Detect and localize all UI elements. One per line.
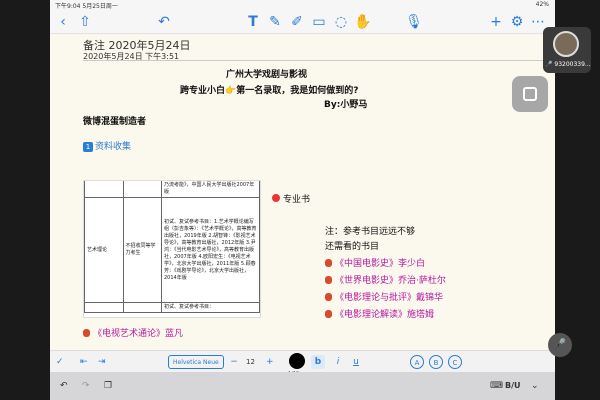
underline-button[interactable]: u [349,355,363,369]
book-item: 《电视艺术通论》蓝凡 [83,326,183,339]
lantern-icon [83,329,90,337]
lantern-icon [325,276,332,284]
table-right-cell: 初试、复试参考书目：1.艺术学概论编写组（彭吉象等）：《艺术学概论》，高等教育出… [161,197,260,303]
italic-button[interactable]: i [331,355,345,369]
book-item: 《中国电影史》李少白 [325,256,425,269]
font-name-select[interactable]: Helvetica Neue [168,355,224,369]
redo-key-icon[interactable]: ↷ [82,379,90,393]
style-b-button[interactable]: B [429,355,443,369]
pin-label: 专业书 [272,192,310,205]
participant-video[interactable]: 🎤 93200339... [543,27,591,73]
microphone-icon[interactable]: 🎙 [405,13,423,31]
highlighter-icon[interactable]: ✐ [288,13,306,31]
bold-button[interactable]: b [311,355,325,369]
battery-level: 42% [535,1,549,8]
indent-left-icon[interactable]: ⇤ [80,355,88,369]
font-size-decrease[interactable]: − [226,355,242,369]
hand-icon[interactable]: ✋ [354,13,372,31]
style-a-button[interactable]: A [410,355,424,369]
note-page[interactable]: 备注 2020年5月24日 2020年5月24日 下午3:51 广州大学戏剧与影… [50,35,555,350]
table-left-cell: 艺术理论 [84,197,124,303]
participant-id: 🎤 93200339... [545,61,591,68]
window-icon [523,87,537,101]
lantern-icon [325,259,332,267]
clipboard-icon[interactable]: ❐ [104,379,112,393]
chevron-down-icon[interactable]: ⌄ [531,379,539,393]
lantern-icon [325,293,332,301]
author-line: By:小野马 [324,100,368,110]
section-title: 资料收集 [95,142,132,152]
avatar [553,31,579,57]
indent-right-icon[interactable]: ⇥ [98,355,106,369]
status-time: 下午9:04 5月25日周一 [55,3,118,10]
weibo-line: 微博混蛋制造者 [83,117,147,127]
lantern-icon [325,310,332,318]
app-frame: 下午9:04 5月25日周一 42% ‹ ⇧ ↶ T ✎ ✐ ▭ ◌ ✋ 🎙 +… [50,0,555,400]
pen-icon[interactable]: ✎ [266,13,284,31]
section-heading: 1 资料收集 [83,139,131,152]
back-icon[interactable]: ‹ [54,13,72,31]
check-icon[interactable]: ✓ [56,355,64,369]
font-size-increase[interactable]: + [266,355,274,369]
book-item: 《电影理论解读》施塔姆 [325,307,434,320]
section-number: 1 [83,142,93,152]
table-bottom-cell: 初试、复试参考书目： [161,302,260,313]
note-line-a: 注：参考书目远远不够 [325,227,416,237]
toolbar: ‹ ⇧ ↶ T ✎ ✐ ▭ ◌ ✋ 🎙 + ⚙ ⋯ [50,10,555,34]
share-icon[interactable]: ⇧ [76,13,94,31]
floating-button[interactable] [512,76,548,112]
keyboard-grid-icon[interactable]: ⌨ [490,379,503,393]
wrench-icon[interactable]: ⚙ [508,13,526,31]
lasso-icon[interactable]: ◌ [332,13,350,31]
bui-button[interactable]: B/U [505,379,521,393]
pin-icon [272,194,280,202]
undo-key-icon[interactable]: ↶ [60,379,68,393]
table-top-cell: 乃流考能》，中国人民大学出版社2007年版 [161,181,260,198]
mute-mic-button[interactable]: 🎤 [548,333,572,357]
add-icon[interactable]: + [487,13,505,31]
style-c-button[interactable]: C [448,355,462,369]
font-size-value[interactable]: 12 [246,355,255,369]
keyboard-shortcut-bar: ↶ ↷ ❐ ⌨ B/U ⌄ [50,372,555,400]
format-toolbar: ✓ ⇤ ⇥ Helvetica Neue − 12 + 1/19 b i u A… [50,350,555,377]
note-line-b: 还需看的书目 [325,242,380,252]
divider [83,60,545,61]
table-mid-cell: 不招收同等学力考生 [122,197,162,303]
embedded-table-image[interactable]: 乃流考能》，中国人民大学出版社2007年版 艺术理论 不招收同等学力考生 初试、… [83,180,261,318]
title-line-1: 广州大学戏剧与影视 [226,70,308,80]
title-line-2: 跨专业小白👉第一名录取，我是如何做到的? [180,86,359,96]
book-item: 《电影理论与批评》戴锦华 [325,290,443,303]
book-item: 《世界电影史》乔治·萨杜尔 [325,273,446,286]
undo-icon[interactable]: ↶ [155,13,173,31]
status-bar: 下午9:04 5月25日周一 42% [50,0,555,10]
text-tool-icon[interactable]: T [244,13,262,31]
eraser-icon[interactable]: ▭ [310,13,328,31]
